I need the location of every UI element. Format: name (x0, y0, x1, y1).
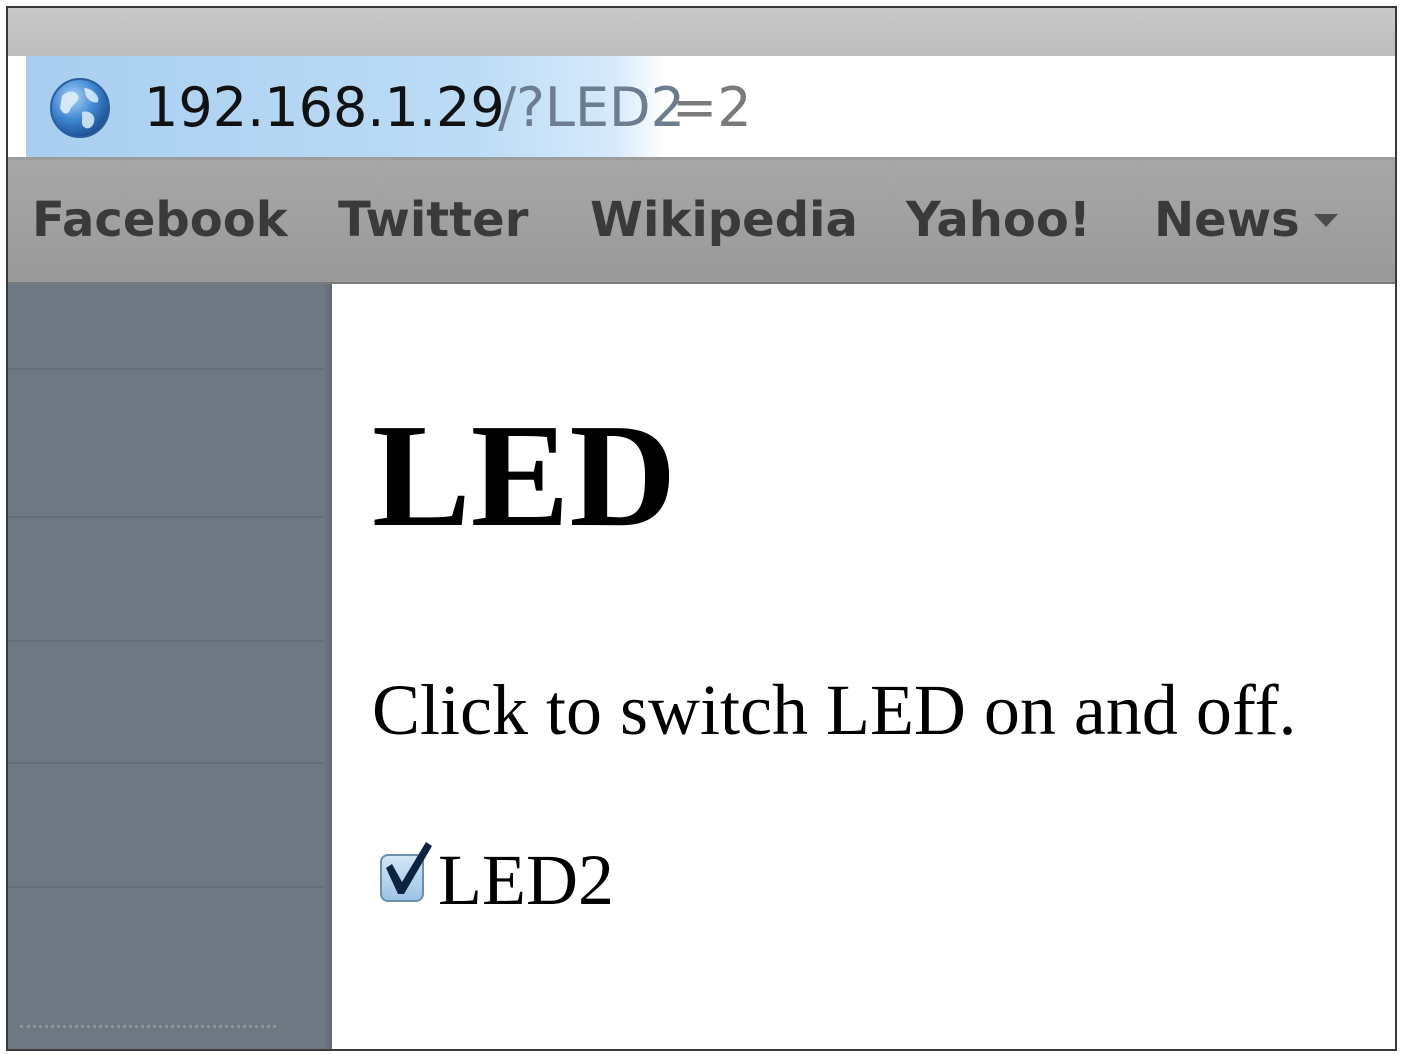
sidebar (8, 284, 332, 1049)
sidebar-divider (8, 762, 332, 764)
sidebar-divider (8, 886, 332, 888)
globe-icon (50, 78, 110, 138)
sidebar-divider (8, 368, 332, 370)
browser-toolbar-strip (8, 8, 1395, 57)
bookmark-facebook[interactable]: Facebook (32, 192, 288, 248)
sidebar-edge (324, 284, 332, 1049)
sidebar-divider (8, 516, 332, 518)
address-bar[interactable]: 192.168.1.29 /?LED2 =2 (8, 56, 1395, 160)
page-title: LED (372, 394, 677, 558)
url-path: /?LED2 (498, 76, 685, 139)
bookmark-news[interactable]: News (1154, 192, 1300, 248)
chevron-down-icon[interactable] (1314, 214, 1338, 227)
bookmark-yahoo[interactable]: Yahoo! (906, 192, 1091, 248)
sidebar-divider (8, 640, 332, 642)
bookmark-wikipedia[interactable]: Wikipedia (590, 192, 858, 248)
led2-label[interactable]: LED2 (438, 838, 614, 922)
page-content: LED Click to switch LED on and off. LED2 (332, 284, 1395, 1049)
instruction-text: Click to switch LED on and off. (372, 670, 1297, 750)
sidebar-dotted-separator (20, 1025, 276, 1028)
url-host: 192.168.1.29 (144, 76, 505, 139)
bookmarks-bar: Facebook Twitter Wikipedia Yahoo! News (8, 160, 1395, 284)
browser-window: 192.168.1.29 /?LED2 =2 Facebook Twitter … (6, 6, 1397, 1051)
bookmark-twitter[interactable]: Twitter (338, 192, 528, 248)
url-query-value: =2 (672, 76, 752, 139)
checkmark-icon (386, 842, 432, 894)
